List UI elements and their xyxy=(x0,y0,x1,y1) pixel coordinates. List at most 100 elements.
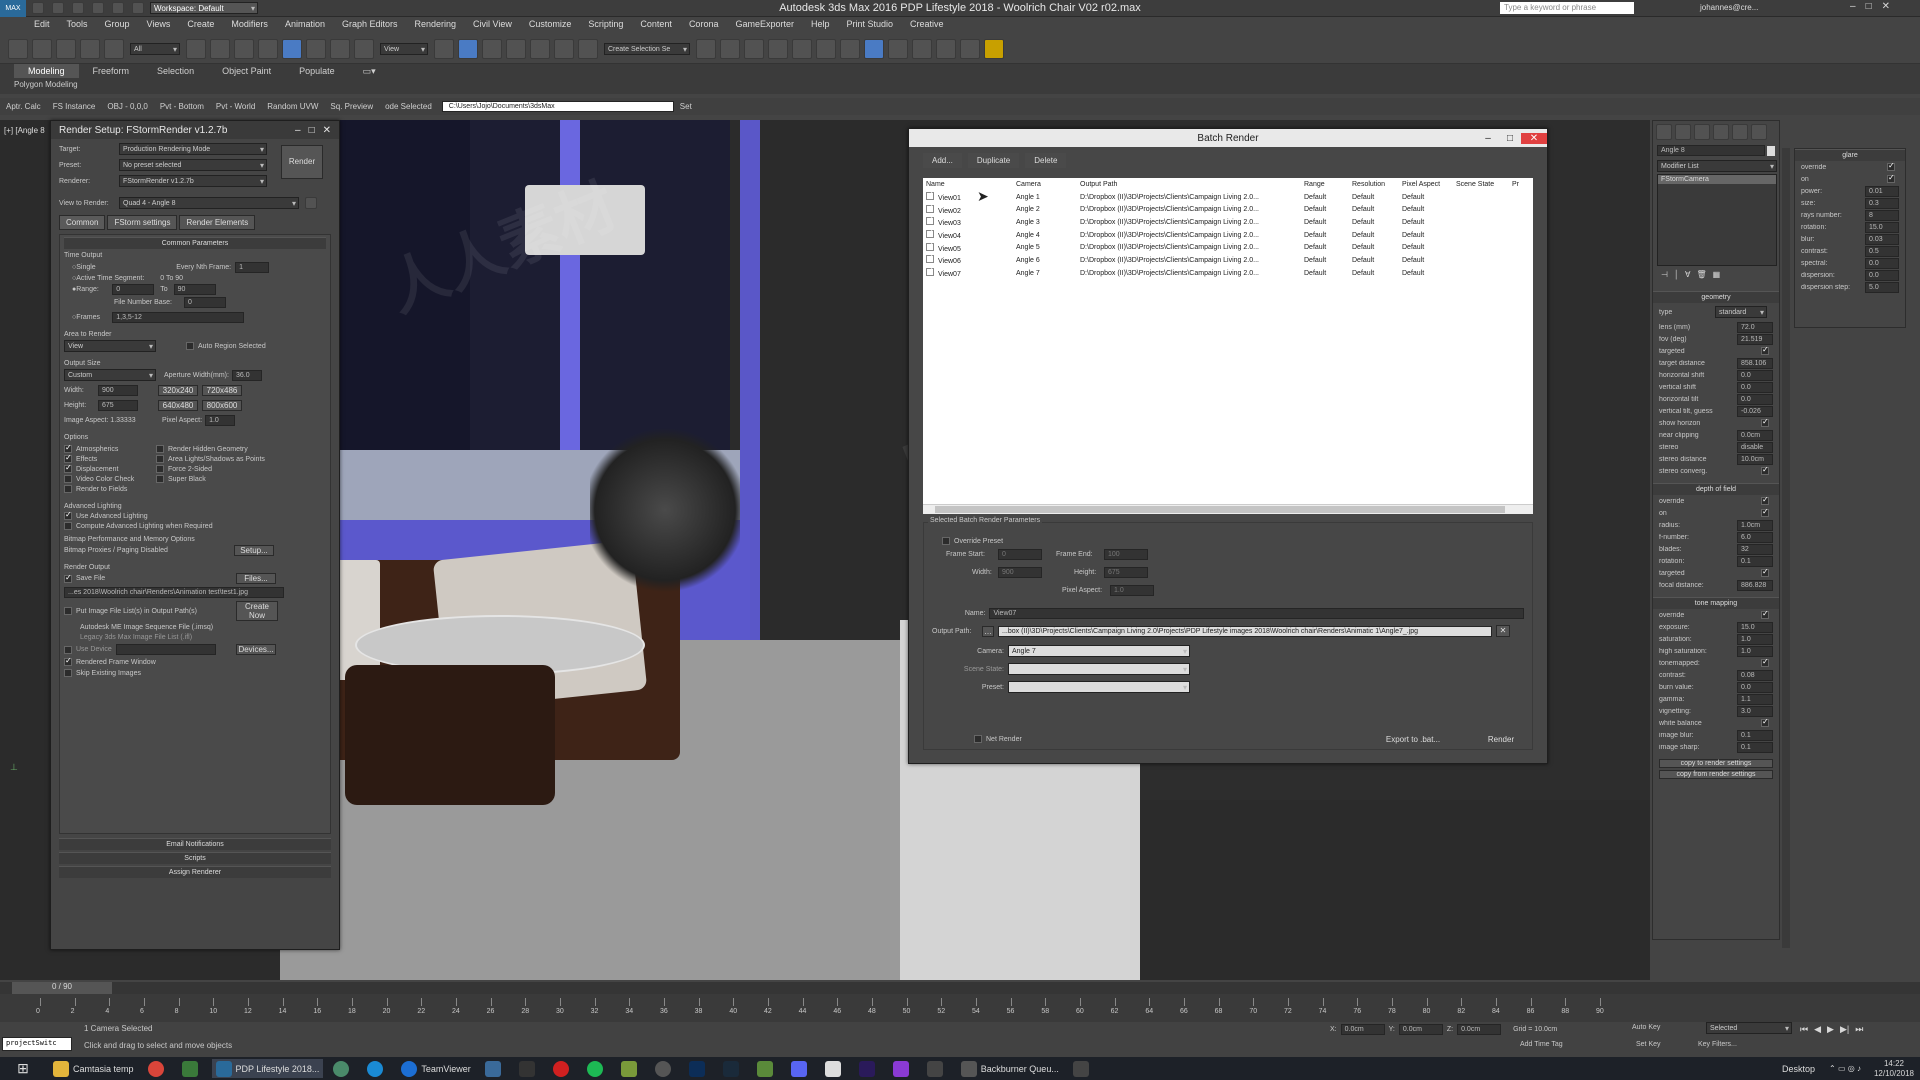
select-and-rotate-icon[interactable] xyxy=(306,38,326,59)
camera-type-dropdown[interactable]: standard xyxy=(1715,306,1767,318)
modify-tab-icon[interactable] xyxy=(1675,124,1691,140)
percent-snap-icon[interactable] xyxy=(530,38,550,59)
put-image-file-list-checkbox[interactable] xyxy=(64,607,72,615)
user-account[interactable]: johannes@cre... xyxy=(1700,3,1758,12)
close-icon[interactable]: ✕ xyxy=(1882,1,1890,12)
param-spinner[interactable]: 0.01 xyxy=(1865,185,1899,197)
render-production-icon[interactable] xyxy=(912,38,932,59)
set-key-button[interactable]: Set Key xyxy=(1636,1041,1661,1048)
enable-checkbox[interactable] xyxy=(926,190,934,201)
z-coordinate-field[interactable]: 0.0cm xyxy=(1457,1024,1502,1035)
taskbar-power[interactable] xyxy=(549,1059,577,1078)
enable-checkbox[interactable] xyxy=(926,266,934,277)
close-icon[interactable]: ✕ xyxy=(1521,132,1547,144)
custom-btn-aptr-calc[interactable]: Aptr. Calc xyxy=(0,102,47,111)
taskbar-app[interactable] xyxy=(719,1059,747,1078)
custom-btn-fs-instance[interactable]: FS Instance xyxy=(47,102,102,111)
next-frame-icon[interactable]: ▶| xyxy=(1840,1024,1849,1035)
param-spinner[interactable]: 0.1 xyxy=(1737,729,1773,741)
configure-sets-icon[interactable]: ▦ xyxy=(1713,270,1721,279)
enable-checkbox[interactable] xyxy=(926,203,934,213)
output-file-field[interactable]: ...es 2018\Woolrich chair\Renders\Animat… xyxy=(64,587,284,598)
select-and-move-icon[interactable] xyxy=(282,38,302,59)
enable-checkbox[interactable] xyxy=(926,215,934,226)
maxscript-listener[interactable]: projectSwitc xyxy=(2,1037,72,1051)
taskbar-item-3dsmax[interactable]: PDP Lifestyle 2018... xyxy=(211,1059,324,1078)
render-to-fields-checkbox[interactable] xyxy=(64,485,72,493)
rendered-frame-window-checkbox[interactable] xyxy=(64,656,72,666)
imsq-radio[interactable]: Autodesk ME Image Sequence File (.imsq) xyxy=(80,624,326,631)
geometry-rollout-header[interactable]: geometry xyxy=(1653,291,1779,303)
command-panel-scrollbar[interactable] xyxy=(1782,148,1790,948)
table-row[interactable]: View02Angle 2D:\Dropbox (II)\3D\Projects… xyxy=(923,203,1533,216)
pin-stack-icon[interactable]: ⊣ xyxy=(1661,270,1668,279)
device-field[interactable] xyxy=(116,644,216,655)
menu-rendering[interactable]: Rendering xyxy=(407,17,466,34)
force-2sided-checkbox[interactable] xyxy=(156,465,164,473)
taskbar-app[interactable] xyxy=(753,1059,781,1078)
potted-plant[interactable] xyxy=(590,420,740,600)
video-color-check-checkbox[interactable] xyxy=(64,475,72,483)
pivot-center-icon[interactable] xyxy=(434,38,454,59)
table-row[interactable]: View04Angle 4D:\Dropbox (II)\3D\Projects… xyxy=(923,228,1533,242)
redo-icon[interactable] xyxy=(32,38,52,59)
preset-720x486-button[interactable]: 720x486 xyxy=(202,385,242,396)
menu-civil-view[interactable]: Civil View xyxy=(465,17,521,34)
super-black-checkbox[interactable] xyxy=(156,475,164,483)
ribbon-tab-modeling[interactable]: Modeling xyxy=(14,64,79,78)
file-number-base-field[interactable]: 0 xyxy=(184,297,226,308)
menu-edit[interactable]: Edit xyxy=(26,17,59,34)
param-spinner[interactable]: 72.0 xyxy=(1737,321,1773,333)
menu-animation[interactable]: Animation xyxy=(277,17,334,34)
mirror-icon[interactable] xyxy=(696,38,716,59)
previous-frame-icon[interactable]: ◀ xyxy=(1814,1024,1821,1035)
minimize-icon[interactable]: – xyxy=(1477,133,1499,144)
go-to-end-icon[interactable]: ⏭ xyxy=(1855,1024,1863,1035)
taskbar-discord[interactable] xyxy=(787,1059,815,1078)
param-checkbox[interactable] xyxy=(1761,609,1769,619)
batch-scene-state-dropdown[interactable] xyxy=(1008,663,1190,675)
menu-customize[interactable]: Customize xyxy=(521,17,581,34)
param-spinner[interactable]: 15.0 xyxy=(1865,221,1899,233)
width-field[interactable]: 900 xyxy=(98,385,138,396)
taskbar-after-effects[interactable] xyxy=(855,1059,883,1078)
layer-manager-icon[interactable] xyxy=(744,38,764,59)
batch-name-field[interactable]: View07 xyxy=(989,608,1524,619)
param-checkbox[interactable] xyxy=(1761,417,1769,427)
align-icon[interactable] xyxy=(720,38,740,59)
material-editor-icon[interactable] xyxy=(840,38,860,59)
bind-space-warp-icon[interactable] xyxy=(104,38,124,59)
clock[interactable]: 14:22 12/10/2018 xyxy=(1868,1059,1920,1079)
start-icon[interactable]: ⊞ xyxy=(3,1059,43,1078)
delete-button[interactable]: Delete xyxy=(1025,153,1067,168)
param-spinner[interactable]: 1.0 xyxy=(1737,645,1773,657)
devices-button[interactable]: Devices... xyxy=(236,644,276,655)
preset-dropdown[interactable]: No preset selected xyxy=(119,159,267,171)
param-spinner[interactable]: 0.08 xyxy=(1737,669,1773,681)
taskbar-app[interactable] xyxy=(1069,1059,1097,1078)
param-spinner[interactable]: 0.3 xyxy=(1865,197,1899,209)
preset-640x480-button[interactable]: 640x480 xyxy=(158,400,198,411)
minimize-icon[interactable]: – xyxy=(1850,1,1856,12)
hierarchy-tab-icon[interactable] xyxy=(1694,124,1710,140)
window-crossing-icon[interactable] xyxy=(258,38,278,59)
auto-region-checkbox[interactable] xyxy=(186,342,194,350)
batch-width-field[interactable]: 900 xyxy=(998,567,1042,578)
override-preset-checkbox[interactable] xyxy=(942,537,950,545)
make-unique-icon[interactable]: ∀ xyxy=(1685,270,1690,279)
spinner-snap-icon[interactable] xyxy=(554,38,574,59)
set-project-button[interactable]: Set xyxy=(674,102,698,111)
render-iterative-icon[interactable] xyxy=(936,38,956,59)
param-spinner[interactable]: disable xyxy=(1737,441,1773,453)
col-range[interactable]: Range xyxy=(1301,178,1349,191)
batch-camera-dropdown[interactable]: Angle 7 xyxy=(1008,645,1190,657)
taskbar-item-camtasia-temp[interactable]: Camtasia temp xyxy=(49,1059,138,1078)
enable-checkbox[interactable] xyxy=(926,228,934,239)
clear-output-icon[interactable]: ✕ xyxy=(1496,625,1510,637)
area-lights-checkbox[interactable] xyxy=(156,455,164,463)
select-object-icon[interactable] xyxy=(186,38,206,59)
taskbar-mail[interactable] xyxy=(821,1059,849,1078)
key-filters-button[interactable]: Key Filters... xyxy=(1698,1041,1737,1048)
search-input[interactable]: Type a keyword or phrase xyxy=(1500,2,1634,14)
rendered-frame-window-icon[interactable] xyxy=(888,38,908,59)
